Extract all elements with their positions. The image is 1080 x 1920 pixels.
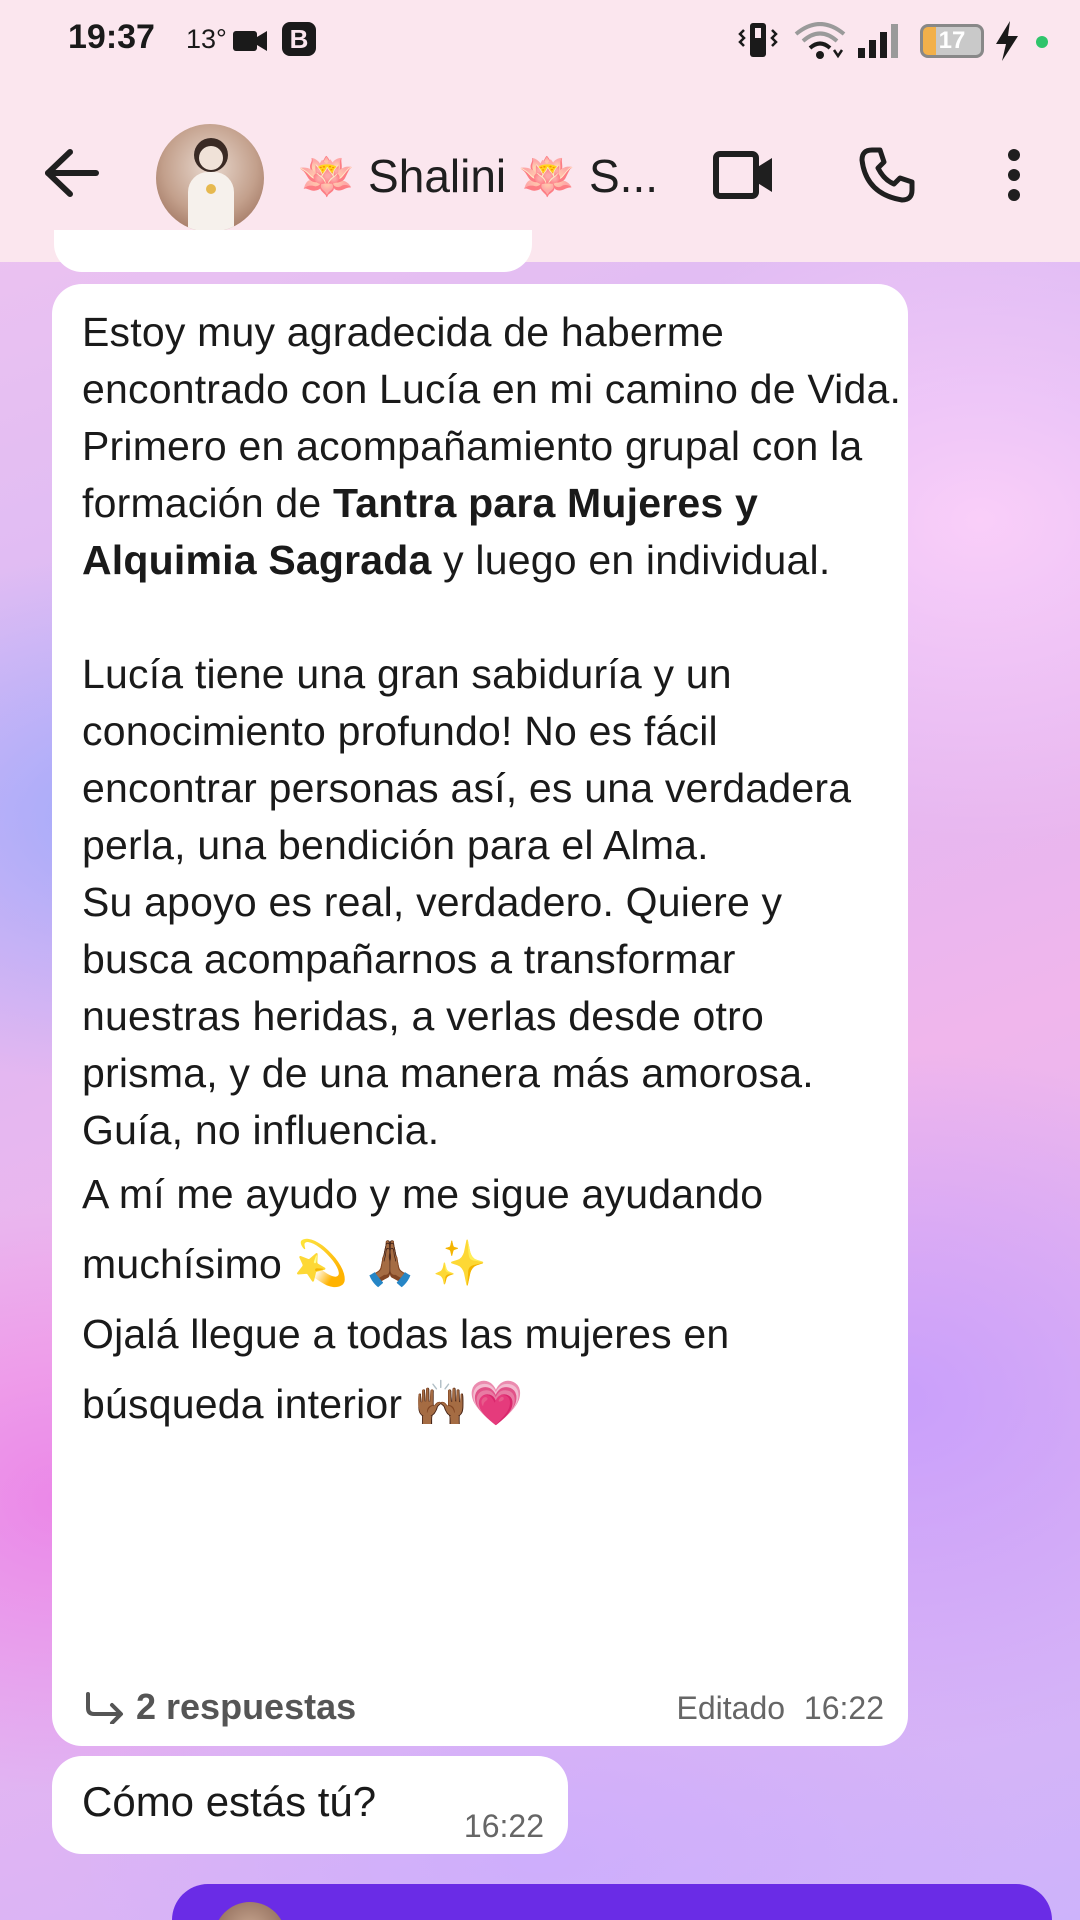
message-bubble[interactable]: Estoy muy agradecida de haberme encontra… [52, 284, 908, 1746]
status-time: 19:37 [68, 18, 155, 56]
back-arrow-icon[interactable] [44, 148, 100, 198]
text-span: Ojalá llegue a todas las mujeres en búsq… [82, 1311, 730, 1427]
video-call-icon[interactable] [712, 148, 776, 202]
message-paragraph: Ojalá llegue a todas las mujeres en búsq… [82, 1299, 902, 1439]
message-paragraph: Lucía tiene una gran sabiduría y un cono… [82, 651, 852, 868]
charging-bolt-icon [996, 21, 1018, 61]
replies-link[interactable]: 2 respuestas [84, 1682, 356, 1732]
text-span: y luego en individual. [431, 537, 831, 583]
status-bar: 19:37 13° B 17 [0, 0, 1080, 86]
more-options-icon[interactable] [998, 148, 1030, 202]
battery-icon: 17 [920, 24, 984, 58]
message-paragraph: Su apoyo es real, verdadero. Quiere y bu… [82, 879, 814, 1096]
chat-screen: 19:37 13° B 17 🪷 Shalini 🪷 S... Estoy mu… [0, 0, 1080, 1920]
message-bubble[interactable]: Cómo estás tú? 16:22 [52, 1756, 568, 1854]
contact-avatar[interactable] [156, 124, 264, 232]
replies-count: 2 respuestas [136, 1686, 357, 1727]
message-paragraph: Estoy muy agradecida de haberme encontra… [82, 309, 902, 412]
vibrate-icon [738, 23, 778, 57]
video-camera-icon [233, 31, 267, 51]
emoji-group: 💫 🙏🏾 ✨ [293, 1238, 487, 1289]
message-time: 16:22 [803, 1690, 884, 1726]
message-paragraph: Primero en acompañamiento grupal con la … [82, 418, 902, 589]
reply-arrow-icon [86, 1692, 123, 1724]
edited-label: Editado [676, 1690, 786, 1726]
phone-call-icon[interactable] [858, 146, 916, 204]
message-time: 16:22 [463, 1808, 544, 1844]
emoji-group: 🙌🏾💗 [413, 1378, 524, 1429]
privacy-indicator-dot [1036, 36, 1048, 48]
message-text: Estoy muy agradecida de haberme encontra… [82, 304, 902, 1439]
wifi-icon [794, 22, 846, 59]
b-app-badge: B [282, 22, 316, 56]
contact-name[interactable]: 🪷 Shalini 🪷 S... [298, 148, 670, 204]
message-paragraph: Guía, no influencia. [82, 1107, 440, 1153]
message-text: Cómo estás tú? [82, 1778, 377, 1825]
outgoing-message-bubble[interactable] [172, 1884, 1052, 1920]
status-temperature: 13° [186, 24, 227, 54]
message-meta: Editado 16:22 [667, 1690, 885, 1727]
previous-message-bubble[interactable] [54, 230, 532, 272]
signal-icon [858, 24, 898, 58]
message-paragraph: A mí me ayudo y me sigue ayudando muchís… [82, 1159, 902, 1299]
